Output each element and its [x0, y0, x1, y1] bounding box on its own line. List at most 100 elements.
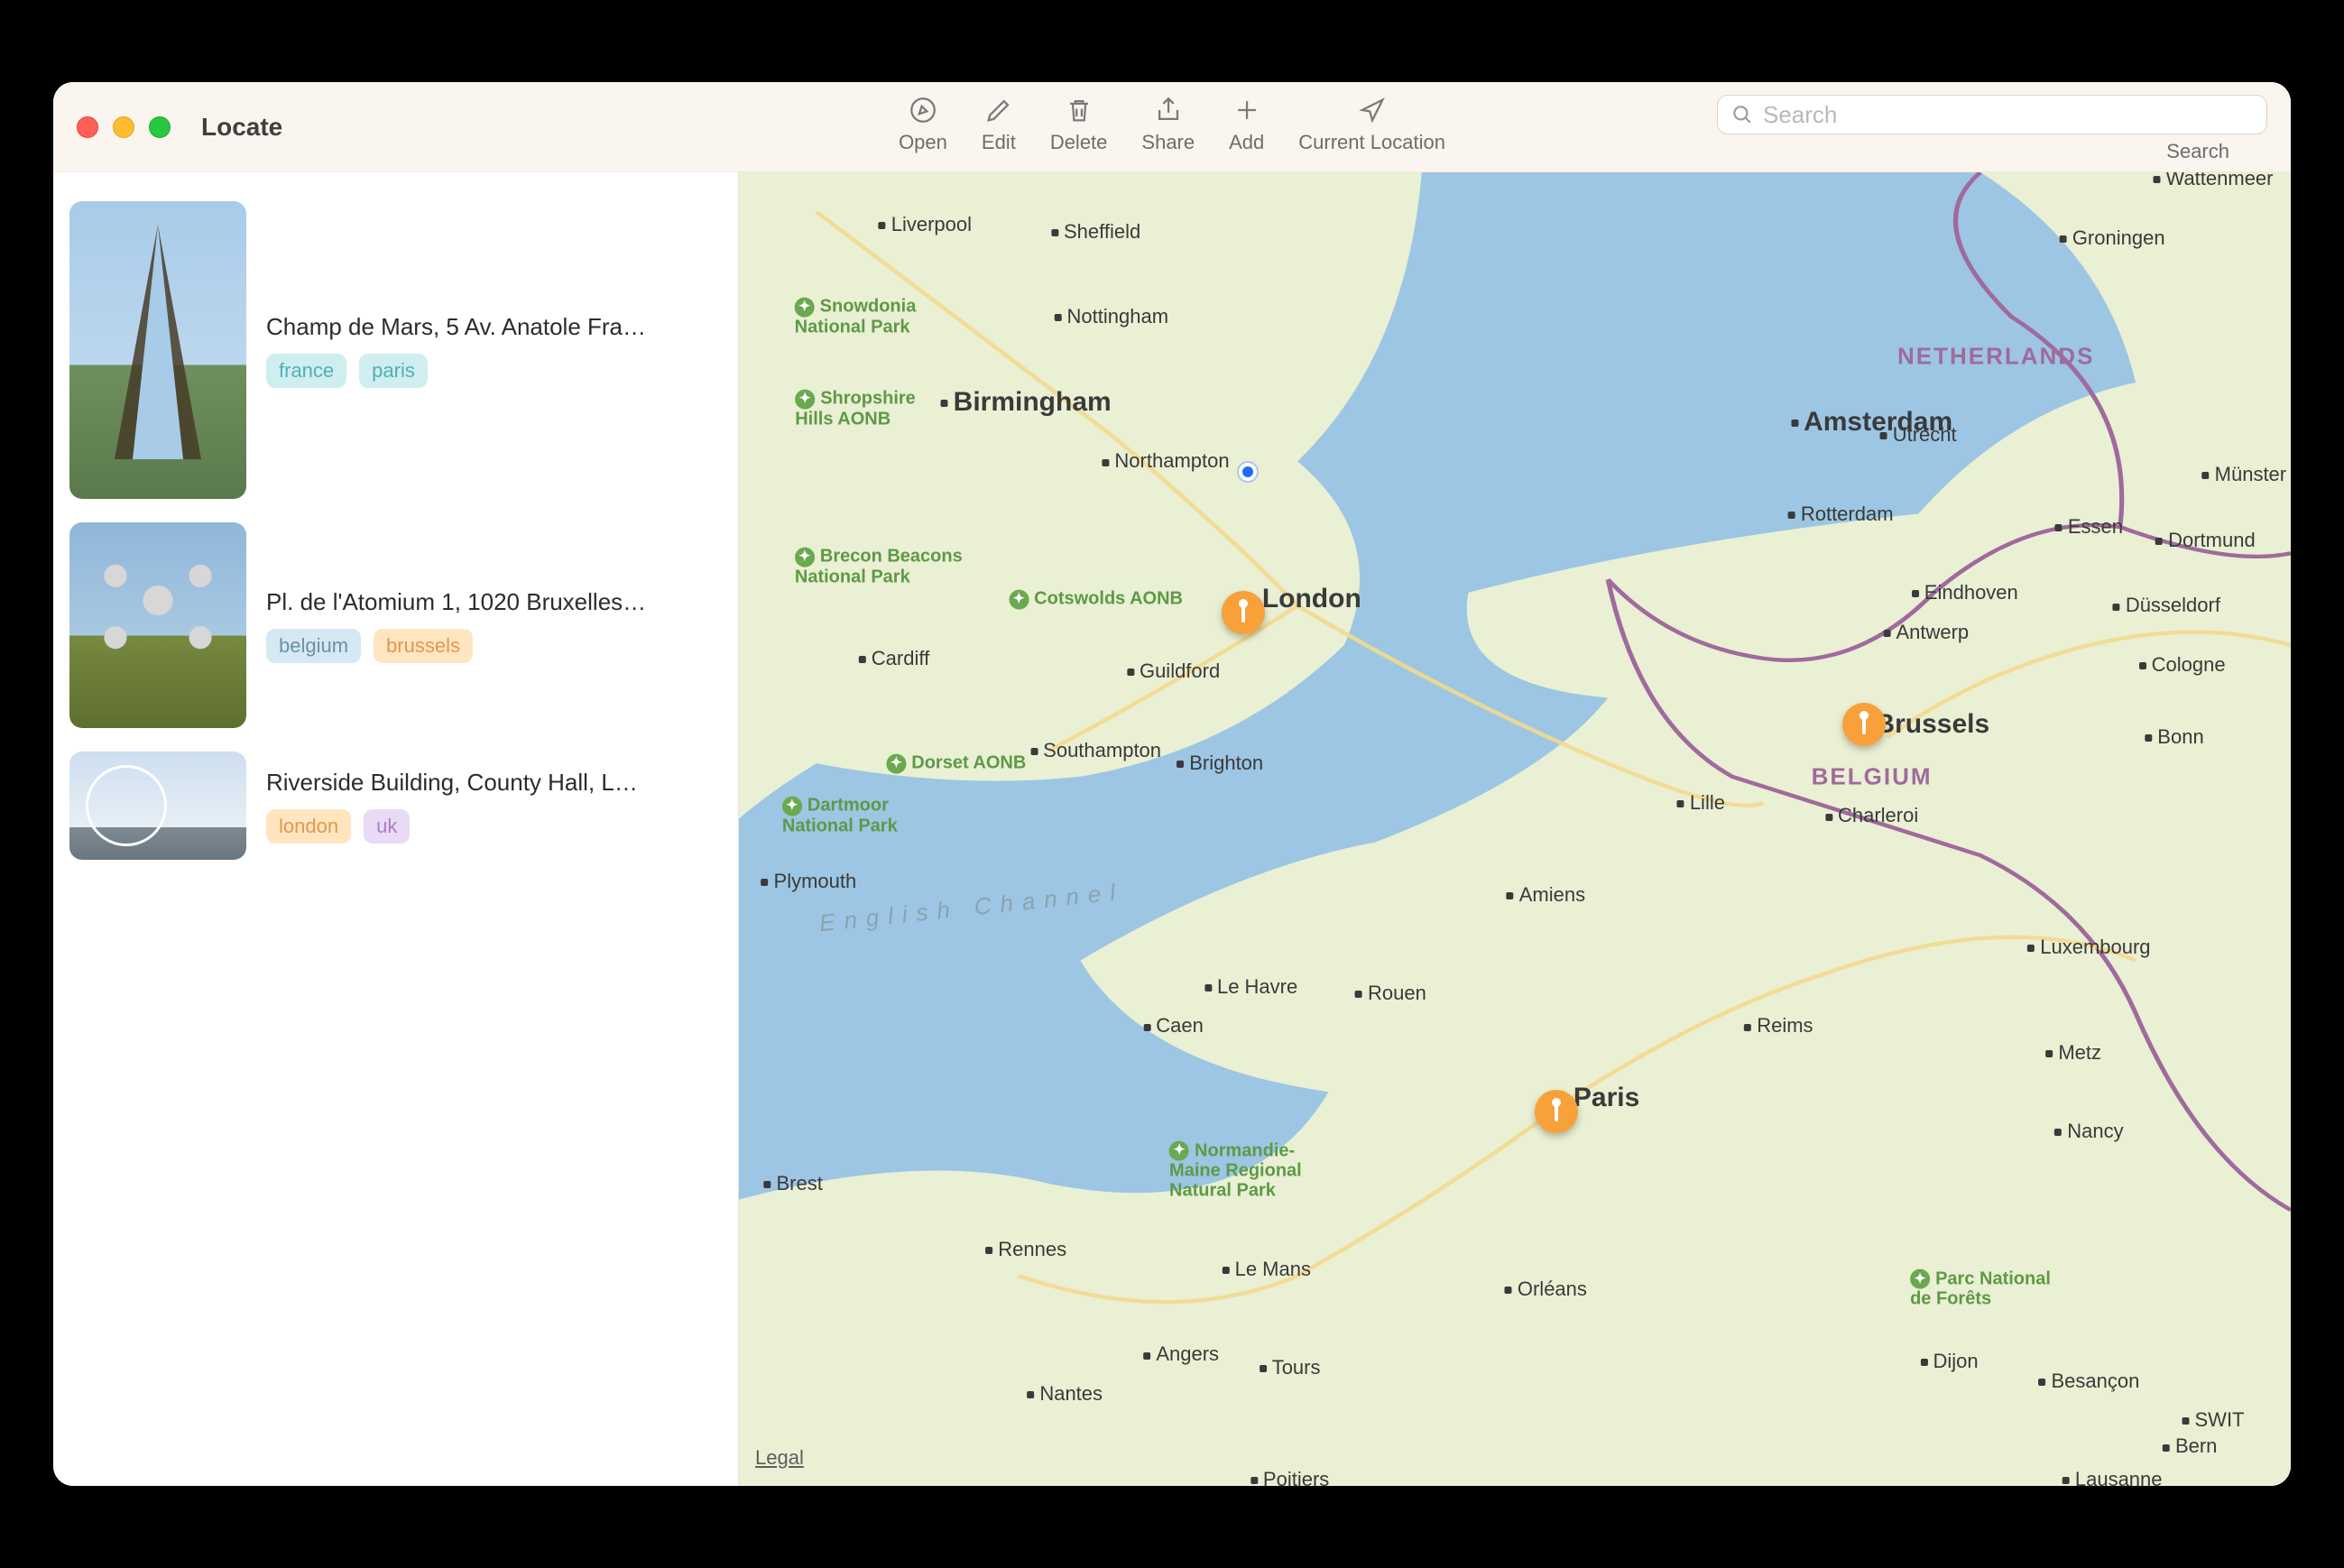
tree-icon: ✦ [886, 754, 906, 774]
open-button[interactable]: Open [899, 95, 947, 154]
share-label: Share [1141, 131, 1195, 154]
search-icon [1730, 103, 1754, 126]
current-location-label: Current Location [1298, 131, 1445, 154]
app-window: Locate Open Edit Delete Share Add [53, 82, 2291, 1486]
location-tags: belgium brussels [266, 629, 722, 663]
current-location-button[interactable]: Current Location [1298, 95, 1445, 154]
location-row[interactable]: Riverside Building, County Hall, L… londo… [69, 744, 722, 876]
tag[interactable]: paris [359, 354, 428, 388]
search-field[interactable] [1717, 95, 2267, 134]
city-label-minor: Cologne [2139, 653, 2226, 677]
delete-label: Delete [1050, 131, 1108, 154]
minimize-window-button[interactable] [113, 116, 134, 138]
city-label-minor: Brest [764, 1172, 823, 1195]
tag[interactable]: brussels [374, 629, 473, 663]
city-label-minor: Antwerp [1883, 621, 1969, 644]
add-button[interactable]: Add [1229, 95, 1264, 154]
country-label: NETHERLANDS [1897, 342, 2094, 370]
location-thumbnail [69, 522, 246, 728]
city-label-minor: Tours [1260, 1356, 1321, 1379]
city-label-minor: Essen [2055, 515, 2123, 539]
open-label: Open [899, 131, 947, 154]
city-label-minor: Lausanne [2063, 1468, 2163, 1486]
edit-label: Edit [982, 131, 1016, 154]
tag[interactable]: london [266, 809, 351, 844]
pencil-icon [983, 95, 1014, 125]
tree-icon: ✦ [795, 389, 815, 409]
close-window-button[interactable] [77, 116, 98, 138]
city-label-minor: Le Mans [1223, 1258, 1311, 1281]
map-legal-link[interactable]: Legal [755, 1446, 804, 1470]
location-meta: Riverside Building, County Hall, L… londo… [266, 769, 722, 844]
location-title: Riverside Building, County Hall, L… [266, 769, 722, 797]
city-label-minor: Sheffield [1051, 220, 1140, 244]
share-icon [1153, 95, 1184, 125]
city-label-minor: Brighton [1177, 752, 1263, 775]
content: Champ de Mars, 5 Av. Anatole Fra… francep… [53, 172, 2291, 1486]
location-tags: france paris [266, 354, 722, 388]
location-title: Pl. de l'Atomium 1, 1020 Bruxelles… [266, 588, 722, 616]
city-label-minor: Nantes [1027, 1382, 1103, 1406]
city-label-minor: Wattenmeer [2153, 172, 2273, 190]
trash-icon [1064, 95, 1094, 125]
tree-icon: ✦ [1009, 590, 1029, 610]
tree-icon: ✦ [795, 547, 815, 567]
park-label: ✦ShropshireHills AONB [795, 389, 916, 429]
tag[interactable]: france [266, 354, 346, 388]
location-meta: Champ de Mars, 5 Av. Anatole Fra… francep… [266, 313, 722, 388]
city-label-minor: Besançon [2038, 1370, 2139, 1393]
city-label-minor: Bern [2163, 1434, 2217, 1458]
city-label-minor: Groningen [2060, 226, 2165, 250]
city-label-minor: Utrecht [1880, 423, 1957, 447]
paris-pin[interactable] [1535, 1090, 1578, 1133]
city-label-minor: Liverpool [879, 213, 972, 236]
park-label: ✦Brecon BeaconsNational Park [795, 546, 963, 586]
city-label-minor: Orléans [1505, 1277, 1587, 1301]
window-controls [77, 116, 171, 138]
location-tags: london uk [266, 809, 722, 844]
location-row[interactable]: Pl. de l'Atomium 1, 1020 Bruxelles… belgi… [69, 515, 722, 744]
zoom-window-button[interactable] [149, 116, 171, 138]
city-label-minor: Guildford [1127, 659, 1220, 683]
brussels-pin[interactable] [1842, 703, 1886, 746]
city-label-minor: SWIT [2183, 1408, 2245, 1432]
park-label: ✦Cotswolds AONB [1009, 589, 1183, 610]
delete-button[interactable]: Delete [1050, 95, 1108, 154]
compass-icon [908, 95, 938, 125]
location-meta: Pl. de l'Atomium 1, 1020 Bruxelles… belgi… [266, 588, 722, 663]
titlebar: Locate Open Edit Delete Share Add [53, 82, 2291, 172]
city-label-minor: Northampton [1102, 449, 1229, 473]
city-label-minor: Metz [2045, 1041, 2101, 1065]
city-label-minor: Düsseldorf [2113, 594, 2220, 617]
location-title: Champ de Mars, 5 Av. Anatole Fra… [266, 313, 722, 341]
city-label-minor: Caen [1143, 1014, 1204, 1038]
park-label: ✦DartmoorNational Park [782, 796, 898, 836]
map-view[interactable]: Legal NETHERLANDSBELGIUM✦SnowdoniaNation… [739, 172, 2291, 1486]
location-arrow-icon [1357, 95, 1388, 125]
location-thumbnail [69, 752, 246, 860]
city-label-major: Birmingham [941, 387, 1112, 418]
city-label-minor: Dortmund [2155, 529, 2256, 552]
pin-icon [1535, 1090, 1578, 1133]
park-label: ✦Dorset AONB [886, 753, 1026, 774]
search-input[interactable] [1763, 101, 2254, 129]
sidebar[interactable]: Champ de Mars, 5 Av. Anatole Fra… francep… [53, 172, 739, 1486]
app-title: Locate [201, 113, 282, 142]
location-row[interactable]: Champ de Mars, 5 Av. Anatole Fra… francep… [69, 194, 722, 515]
park-label: ✦Parc Nationalde Forêts [1910, 1268, 2051, 1309]
city-label-minor: Luxembourg [2027, 936, 2150, 959]
tag[interactable]: belgium [266, 629, 361, 663]
city-label-minor: Southampton [1030, 739, 1161, 762]
city-label-minor: Münster [2202, 463, 2286, 486]
city-label-minor: Lille [1677, 791, 1725, 815]
city-label-minor: Angers [1143, 1342, 1219, 1366]
park-label: ✦SnowdoniaNational Park [795, 297, 917, 337]
city-label-minor: Bonn [2145, 725, 2203, 749]
share-button[interactable]: Share [1141, 95, 1195, 154]
tree-icon: ✦ [782, 797, 802, 816]
city-label-minor: Rennes [985, 1238, 1066, 1261]
edit-button[interactable]: Edit [982, 95, 1016, 154]
plus-icon [1232, 95, 1262, 125]
tag[interactable]: uk [364, 809, 410, 844]
london-pin[interactable] [1222, 591, 1265, 634]
